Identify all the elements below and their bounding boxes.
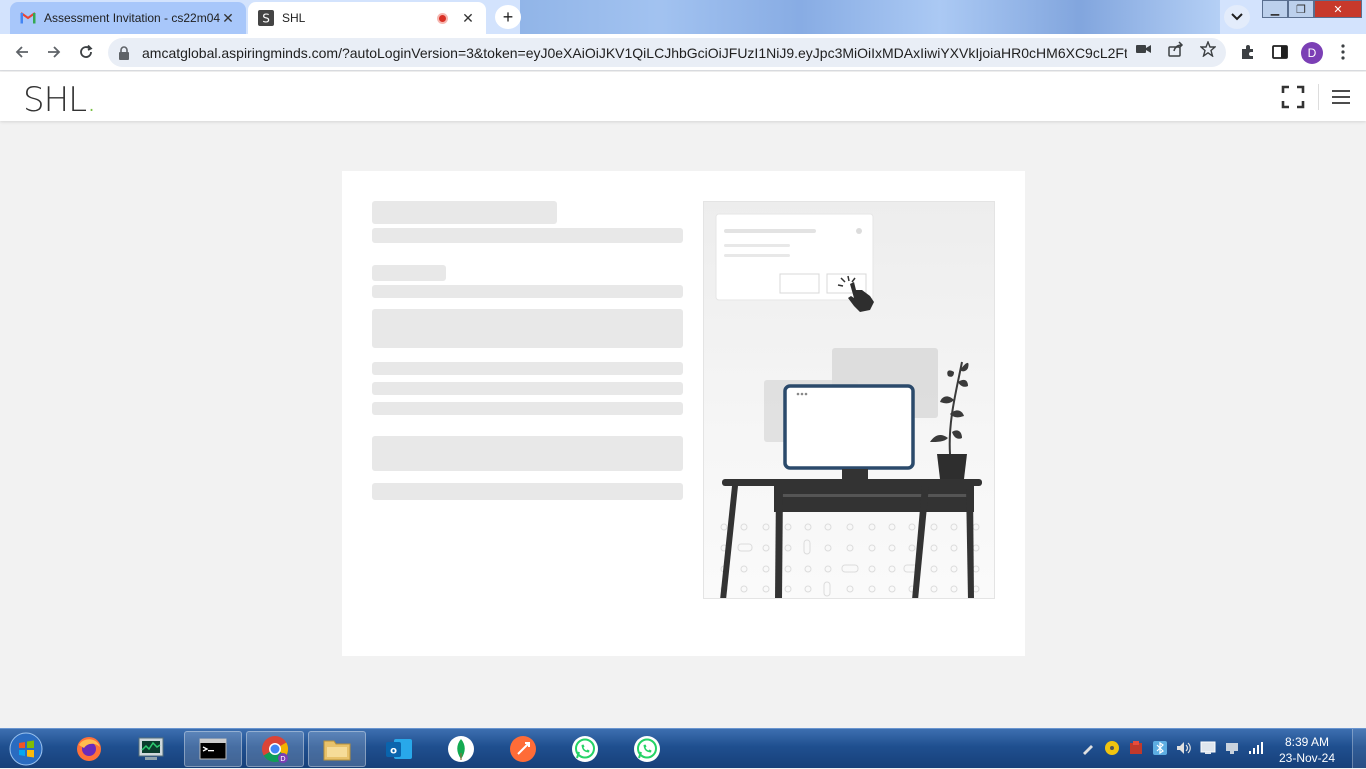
- taskbar-clock[interactable]: 8:39 AM 23-Nov-24: [1272, 734, 1342, 766]
- whatsapp-icon: [634, 736, 660, 762]
- taskbar-outlook[interactable]: o: [370, 731, 428, 767]
- skeleton-title: [372, 201, 557, 224]
- skeleton-line: [372, 362, 683, 375]
- skeleton-line: [372, 285, 683, 298]
- skeleton-line: [372, 483, 683, 500]
- back-button[interactable]: [11, 41, 33, 63]
- postman-icon: [510, 736, 536, 762]
- hamburger-menu-icon[interactable]: [1328, 84, 1354, 110]
- taskbar-chrome[interactable]: D: [246, 731, 304, 767]
- desk-graphic: [720, 479, 982, 598]
- tab-shl[interactable]: S SHL ✕: [248, 2, 486, 34]
- display-tray-icon[interactable]: [1199, 739, 1217, 757]
- taskbar-firefox[interactable]: [60, 731, 118, 767]
- floor-dots: [720, 523, 980, 597]
- camera-icon[interactable]: [1135, 41, 1153, 57]
- start-button[interactable]: [4, 731, 48, 767]
- clock-time: 8:39 AM: [1284, 735, 1330, 749]
- whatsapp-icon: [572, 736, 598, 762]
- reload-button[interactable]: [75, 41, 97, 63]
- arrow-left-icon: [15, 46, 28, 58]
- header-divider: [1318, 84, 1319, 110]
- mongodb-leaf-icon: [448, 736, 474, 762]
- taskbar-mongodb[interactable]: [432, 731, 490, 767]
- bluetooth-tray-icon[interactable]: [1151, 739, 1169, 757]
- svg-text:D: D: [280, 755, 285, 763]
- close-tab-icon[interactable]: ✕: [220, 10, 236, 26]
- tab-title: Assessment Invitation - cs22m04: [44, 11, 220, 25]
- show-desktop-button[interactable]: [1352, 729, 1366, 769]
- window-maximize-button[interactable]: ❐: [1288, 0, 1314, 18]
- url-text[interactable]: amcatglobal.aspiringminds.com/?autoLogin…: [142, 45, 1127, 61]
- lock-icon[interactable]: [118, 45, 132, 60]
- taskbar-command-prompt[interactable]: [184, 731, 242, 767]
- gmail-icon: [20, 10, 36, 26]
- security-tray-icon[interactable]: [1127, 739, 1145, 757]
- new-tab-button[interactable]: +: [495, 5, 521, 29]
- reload-icon: [80, 44, 93, 58]
- svg-text:S: S: [262, 12, 270, 26]
- chevron-down-icon: [1231, 13, 1243, 21]
- arrow-right-icon: [48, 46, 61, 58]
- dialog-card-graphic: [715, 213, 874, 312]
- skeleton-block: [372, 309, 683, 348]
- bookmark-star-icon[interactable]: [1199, 41, 1217, 57]
- shl-logo: SHL.: [23, 80, 97, 120]
- skeleton-label: [372, 265, 446, 281]
- forward-button[interactable]: [43, 41, 65, 63]
- taskbar-whatsapp[interactable]: [556, 731, 614, 767]
- skeleton-line: [372, 382, 683, 395]
- share-icon[interactable]: [1167, 41, 1185, 57]
- window-close-button[interactable]: ✕: [1314, 0, 1362, 18]
- task-manager-icon: [138, 737, 164, 760]
- logo-dot: .: [86, 80, 97, 120]
- taskbar-whatsapp-2[interactable]: [618, 731, 676, 767]
- profile-avatar[interactable]: D: [1301, 42, 1323, 64]
- svg-text:o: o: [390, 746, 397, 757]
- disc-tray-icon[interactable]: [1103, 739, 1121, 757]
- extensions-puzzle-icon[interactable]: [1239, 43, 1257, 61]
- network-tray-icon[interactable]: [1223, 739, 1241, 757]
- side-panel-icon[interactable]: [1271, 43, 1289, 61]
- firefox-icon: [77, 737, 101, 761]
- browser-tab-strip: Assessment Invitation - cs22m04 ✕ S SHL …: [0, 0, 1366, 34]
- tab-title: SHL: [282, 11, 306, 25]
- taskbar-file-explorer[interactable]: [308, 731, 366, 767]
- workspace-illustration-image: [715, 213, 982, 598]
- taskbar-task-manager[interactable]: [122, 731, 180, 767]
- terminal-icon: [199, 738, 227, 760]
- chrome-icon: D: [262, 736, 289, 763]
- shl-icon: S: [258, 10, 274, 26]
- outlook-icon: o: [386, 739, 412, 759]
- signal-strength-icon[interactable]: [1247, 739, 1265, 757]
- windows-logo-icon: [9, 732, 43, 766]
- clock-date: 23-Nov-24: [1278, 751, 1336, 765]
- pen-tray-icon[interactable]: [1079, 739, 1097, 757]
- recording-indicator-icon: [437, 12, 448, 24]
- skeleton-line: [372, 228, 683, 243]
- monitor-graphic: [783, 384, 915, 479]
- taskbar-postman[interactable]: [494, 731, 552, 767]
- skeleton-line: [372, 402, 683, 415]
- window-minimize-button[interactable]: ▁: [1262, 0, 1288, 18]
- tab-gmail[interactable]: Assessment Invitation - cs22m04 ✕: [10, 2, 246, 34]
- browser-toolbar: amcatglobal.aspiringminds.com/?autoLogin…: [0, 34, 1366, 71]
- fullscreen-icon[interactable]: [1280, 84, 1306, 110]
- tabstrip-background: [520, 0, 1220, 34]
- close-tab-icon[interactable]: ✕: [460, 10, 476, 26]
- folder-icon: [323, 740, 351, 761]
- logo-text: SHL: [23, 80, 87, 120]
- windows-taskbar: D o 8:39 AM 23-Nov-24: [0, 728, 1366, 769]
- desk-illustration: [703, 201, 995, 599]
- tab-search-button[interactable]: [1224, 5, 1250, 29]
- skeleton-block: [372, 436, 683, 471]
- page-header: SHL.: [0, 72, 1366, 121]
- address-bar[interactable]: amcatglobal.aspiringminds.com/?autoLogin…: [108, 38, 1226, 67]
- volume-icon[interactable]: [1175, 739, 1193, 757]
- kebab-menu-icon[interactable]: [1334, 43, 1352, 61]
